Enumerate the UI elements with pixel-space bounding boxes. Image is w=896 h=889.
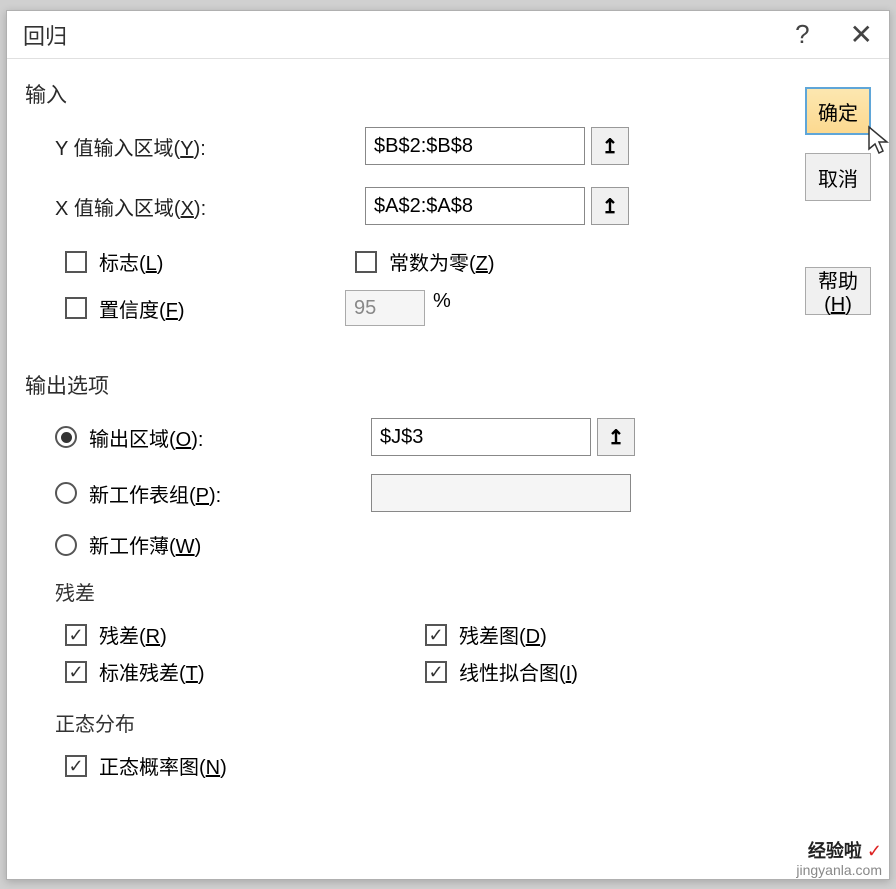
help-button[interactable]: 帮助(H) xyxy=(805,267,871,315)
input-section-label: 输入 xyxy=(25,79,785,109)
labels-checkbox-label: 标志(L) xyxy=(99,247,163,276)
x-range-picker-button[interactable]: ↥ xyxy=(591,187,629,225)
residual-row-2: 标准残差(T) 线性拟合图(I) xyxy=(25,657,785,686)
collapse-icon: ↥ xyxy=(602,134,619,159)
new-sheet-input xyxy=(371,474,631,512)
y-input-group: ↥ xyxy=(365,127,629,165)
new-sheet-group xyxy=(371,474,631,512)
confidence-checkbox-group[interactable]: 置信度(F) xyxy=(65,290,355,326)
new-book-label: 新工作薄(W) xyxy=(89,530,399,559)
ok-button[interactable]: 确定 xyxy=(805,87,871,135)
help-button-label: 帮助(H) xyxy=(806,265,870,317)
right-panel: 确定 取消 帮助(H) xyxy=(805,79,871,788)
line-fit-checkbox[interactable] xyxy=(425,661,447,683)
watermark: 经验啦 ✓ jingyanla.com xyxy=(796,841,882,879)
dialog-title: 回归 xyxy=(23,19,795,51)
std-residual-checkbox-label: 标准残差(T) xyxy=(99,657,205,686)
titlebar: 回归 ? ✕ xyxy=(7,11,889,59)
watermark-url: jingyanla.com xyxy=(796,862,882,879)
output-range-radio[interactable] xyxy=(55,426,77,448)
residual-plot-checkbox[interactable] xyxy=(425,624,447,646)
residual-checkbox[interactable] xyxy=(65,624,87,646)
normal-prob-checkbox-label: 正态概率图(N) xyxy=(99,751,227,780)
normal-section-label: 正态分布 xyxy=(25,708,785,737)
output-range-label: 输出区域(O): xyxy=(89,423,371,452)
residual-row-1: 残差(R) 残差图(D) xyxy=(25,620,785,649)
residual-checkbox-label: 残差(R) xyxy=(99,620,167,649)
close-icon[interactable]: ✕ xyxy=(850,21,873,49)
const-zero-checkbox-label: 常数为零(Z) xyxy=(389,247,495,276)
output-range-input[interactable] xyxy=(371,418,591,456)
confidence-row: 置信度(F) % xyxy=(25,290,785,326)
const-zero-checkbox-group[interactable]: 常数为零(Z) xyxy=(355,247,645,276)
y-input-label: Y 值输入区域(Y): xyxy=(55,132,365,161)
new-sheet-label: 新工作表组(P): xyxy=(89,479,371,508)
collapse-icon: ↥ xyxy=(602,194,619,219)
x-range-input[interactable] xyxy=(365,187,585,225)
collapse-icon: ↥ xyxy=(608,425,625,450)
confidence-checkbox-label: 置信度(F) xyxy=(99,294,185,323)
watermark-text: 经验啦 xyxy=(808,841,862,861)
cursor-icon xyxy=(867,125,893,155)
new-sheet-radio[interactable] xyxy=(55,482,77,504)
normal-prob-checkbox-group[interactable]: 正态概率图(N) xyxy=(65,751,425,780)
percent-label: % xyxy=(433,290,451,326)
const-zero-checkbox[interactable] xyxy=(355,251,377,273)
regression-dialog: 回归 ? ✕ 输入 Y 值输入区域(Y): ↥ X 值输入区域(X): ↥ xyxy=(6,10,890,880)
labels-checkbox[interactable] xyxy=(65,251,87,273)
content: 输入 Y 值输入区域(Y): ↥ X 值输入区域(X): ↥ 标志(L) xyxy=(7,59,889,808)
new-sheet-row: 新工作表组(P): xyxy=(25,474,785,512)
confidence-input xyxy=(345,290,425,326)
residual-plot-checkbox-group[interactable]: 残差图(D) xyxy=(425,620,785,649)
new-book-radio[interactable] xyxy=(55,534,77,556)
new-book-row: 新工作薄(W) xyxy=(25,530,785,559)
normal-prob-checkbox[interactable] xyxy=(65,755,87,777)
std-residual-checkbox-group[interactable]: 标准残差(T) xyxy=(65,657,425,686)
line-fit-checkbox-group[interactable]: 线性拟合图(I) xyxy=(425,657,785,686)
residual-section-label: 残差 xyxy=(25,577,785,606)
flags-row: 标志(L) 常数为零(Z) xyxy=(25,247,785,276)
output-range-row: 输出区域(O): ↥ xyxy=(25,418,785,456)
watermark-check-icon: ✓ xyxy=(867,841,882,861)
labels-checkbox-group[interactable]: 标志(L) xyxy=(65,247,355,276)
help-icon[interactable]: ? xyxy=(795,19,809,50)
x-input-label: X 值输入区域(X): xyxy=(55,192,365,221)
cancel-button[interactable]: 取消 xyxy=(805,153,871,201)
y-range-picker-button[interactable]: ↥ xyxy=(591,127,629,165)
residual-plot-checkbox-label: 残差图(D) xyxy=(459,620,547,649)
ok-button-label: 确定 xyxy=(818,97,858,126)
residual-checkbox-group[interactable]: 残差(R) xyxy=(65,620,425,649)
output-section-label: 输出选项 xyxy=(25,370,785,400)
x-input-row: X 值输入区域(X): ↥ xyxy=(25,187,785,225)
y-range-input[interactable] xyxy=(365,127,585,165)
x-input-group: ↥ xyxy=(365,187,629,225)
cancel-button-label: 取消 xyxy=(818,163,858,192)
left-panel: 输入 Y 值输入区域(Y): ↥ X 值输入区域(X): ↥ 标志(L) xyxy=(25,79,785,788)
output-range-group: ↥ xyxy=(371,418,635,456)
normal-row: 正态概率图(N) xyxy=(25,751,785,780)
line-fit-checkbox-label: 线性拟合图(I) xyxy=(459,657,578,686)
output-range-picker-button[interactable]: ↥ xyxy=(597,418,635,456)
std-residual-checkbox[interactable] xyxy=(65,661,87,683)
y-input-row: Y 值输入区域(Y): ↥ xyxy=(25,127,785,165)
confidence-checkbox[interactable] xyxy=(65,297,87,319)
